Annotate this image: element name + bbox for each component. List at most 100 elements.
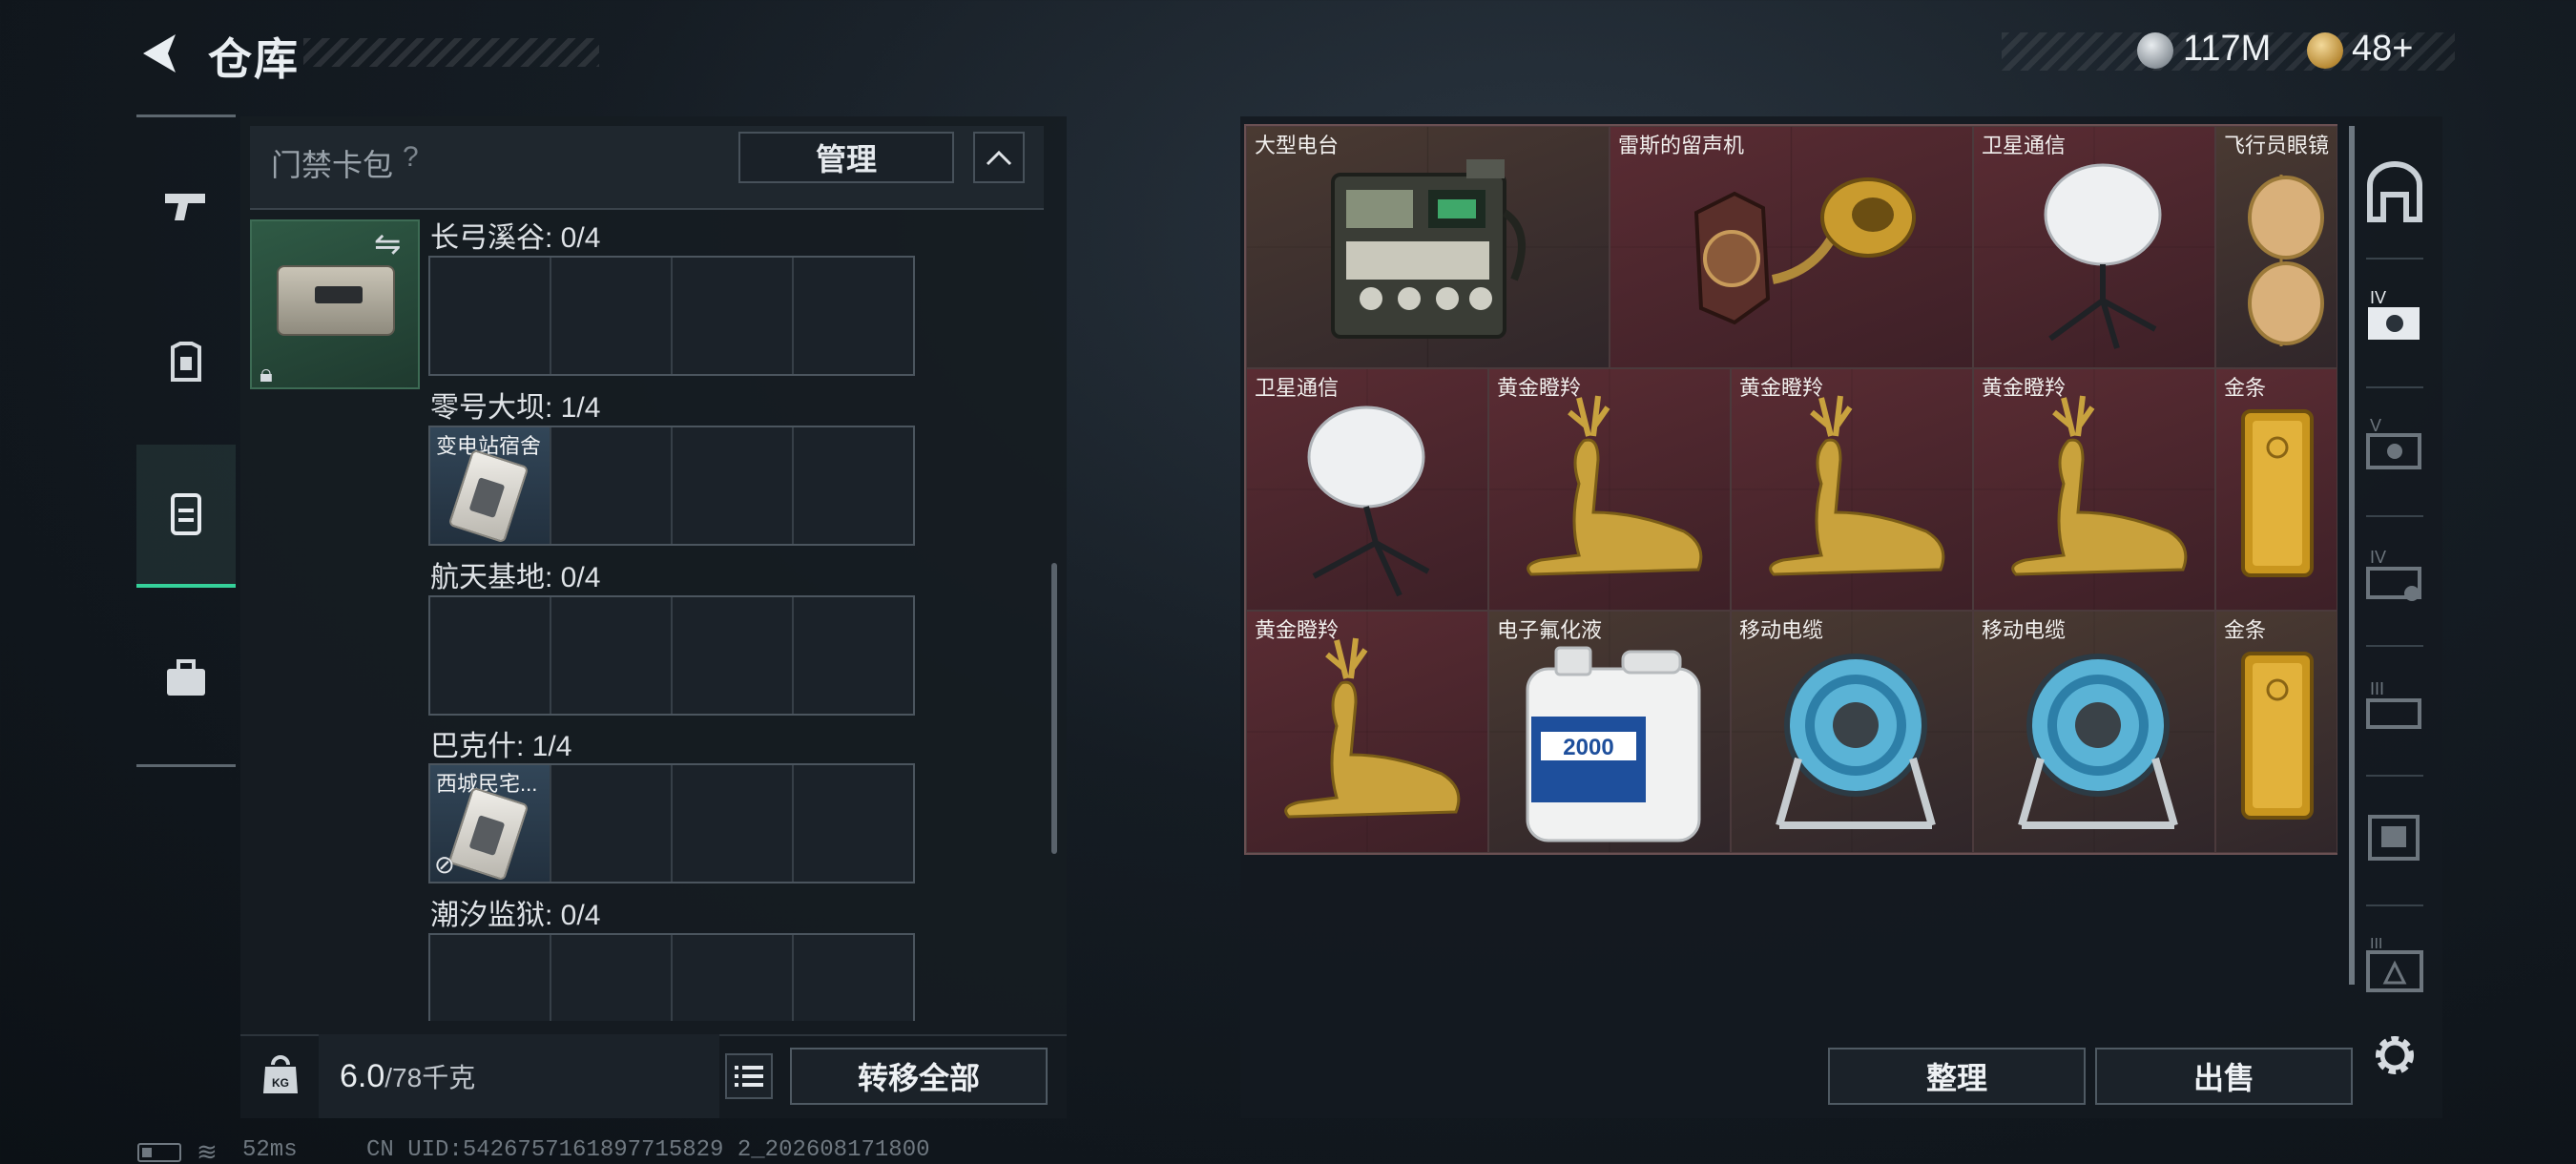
swap-icon[interactable]: ⇋ [374, 225, 402, 263]
silver-coin-icon [2137, 32, 2173, 69]
svg-text:III: III [2370, 936, 2382, 952]
weight-readout: 6.0 /78千克 [319, 1034, 719, 1118]
keycard-slot[interactable] [430, 935, 551, 1021]
storage-grid: 大型电台 雷斯的留声机 卫星通信 飞行员眼镜 卫星通信 黄金瞪羚 黄金瞪羚 黄金… [1244, 124, 2337, 855]
keycard-slots-3: 西城民宅... ⊘ [428, 763, 915, 883]
item-cell[interactable]: 黄金瞪羚 [1488, 368, 1731, 611]
item-cell[interactable]: 金条 [2215, 611, 2337, 853]
keycard-slot[interactable] [551, 597, 673, 714]
item-name: 雷斯的留声机 [1618, 134, 1745, 157]
item-cell[interactable]: 移动电缆 [1731, 611, 1973, 853]
page-title: 仓库 [208, 34, 300, 84]
keycard-slot[interactable] [673, 427, 794, 544]
map-label-0: 长弓溪谷: 0/4 [430, 222, 601, 254]
keycard-slot[interactable] [673, 597, 794, 714]
case-tier-5-icon[interactable]: V [2360, 412, 2429, 481]
keycard-slot[interactable] [551, 258, 673, 374]
pistol-icon [165, 194, 205, 220]
item-cell[interactable]: 卫星通信 [1246, 368, 1488, 611]
item-cell[interactable]: 飞行员眼镜 [2215, 126, 2337, 368]
case-tier-4-icon[interactable]: IV [2360, 284, 2429, 353]
keycard-slot[interactable] [551, 427, 673, 544]
storage-home-icon[interactable] [2360, 160, 2429, 229]
item-cell[interactable]: 黄金瞪羚 [1246, 611, 1488, 853]
gold-currency-value[interactable]: 48+ [2352, 29, 2413, 70]
keycard-slot[interactable] [794, 765, 913, 882]
collapse-button[interactable] [973, 132, 1025, 183]
item-name: 飞行员眼镜 [2224, 134, 2330, 157]
item-cell[interactable]: 卫星通信 [1973, 126, 2215, 368]
map-label-1: 零号大坝: 1/4 [430, 392, 601, 424]
keycard-slot[interactable] [794, 427, 913, 544]
aviator-glasses-icon [2248, 175, 2324, 346]
manage-button[interactable]: 管理 [738, 132, 954, 183]
item-cell[interactable]: 移动电缆 [1973, 611, 2215, 853]
keycard-scrollbar[interactable] [1051, 563, 1057, 854]
rail-separator [2366, 386, 2423, 388]
armor-icon [171, 342, 201, 382]
weight-icon: KG [263, 1055, 298, 1093]
case-tier-3-icon[interactable]: III [2360, 672, 2429, 740]
item-cell[interactable]: 金条 [2215, 368, 2337, 611]
keycard-slot[interactable] [673, 935, 794, 1021]
svg-text:IV: IV [2370, 288, 2386, 307]
case-tier-2-icon[interactable] [2360, 801, 2429, 870]
gear-icon[interactable] [2368, 1029, 2421, 1082]
keycard-icon [447, 786, 530, 882]
case-tier-3b-icon[interactable]: III [2360, 931, 2429, 1000]
transfer-all-button[interactable]: 转移全部 [790, 1048, 1048, 1105]
keycard-icon [447, 448, 530, 544]
keycard-slot[interactable] [430, 258, 551, 374]
back-arrow-icon[interactable] [134, 27, 187, 80]
weight-current: 6.0 [340, 1057, 385, 1094]
gold-gazelle-icon [2011, 395, 2188, 576]
satellite-dish-icon [1307, 405, 1430, 597]
list-icon [735, 1066, 763, 1087]
storage-scrollbar[interactable] [2349, 126, 2355, 985]
wifi-icon: ≋ [197, 1137, 218, 1164]
keycard-slots-2 [428, 595, 915, 716]
item-cell[interactable]: 黄金瞪羚 [1973, 368, 2215, 611]
user-uid: CN UID:5426757161897715829 2_20260817180… [366, 1137, 930, 1163]
title-decoration [303, 38, 599, 67]
keycard-slot-filled[interactable]: 变电站宿舍 [430, 427, 551, 544]
rail-separator [2366, 258, 2423, 260]
keycard-slots-0 [428, 256, 915, 376]
rail-supplies[interactable] [136, 607, 236, 750]
keycard-slot[interactable] [430, 597, 551, 714]
battery-icon [137, 1143, 181, 1162]
svg-text:KG: KG [272, 1076, 289, 1090]
gold-gazelle-icon [1284, 637, 1461, 819]
rail-equipment[interactable] [136, 291, 236, 434]
keycard-bag-label: 门禁卡包 [271, 148, 394, 182]
list-view-button[interactable] [725, 1053, 773, 1099]
keycard-slot[interactable] [673, 765, 794, 882]
sell-button[interactable]: 出售 [2095, 1048, 2353, 1105]
item-name: 金条 [2224, 618, 2267, 642]
gold-coin-icon [2307, 32, 2343, 69]
item-cell[interactable]: 雷斯的留声机 [1610, 126, 1973, 368]
rail-weapons[interactable] [136, 134, 236, 277]
radio-icon [1331, 159, 1526, 339]
item-cell[interactable]: 黄金瞪羚 [1731, 368, 1973, 611]
rail-keycards[interactable] [136, 445, 236, 588]
keycard-slot[interactable] [794, 935, 913, 1021]
cable-reel-icon [2018, 654, 2178, 829]
keycard-slot[interactable] [673, 258, 794, 374]
svg-text:V: V [2370, 416, 2381, 435]
sort-button[interactable]: 整理 [1828, 1048, 2086, 1105]
keycard-slots-4 [428, 933, 915, 1021]
case-tier-4b-icon[interactable]: IV [2360, 542, 2429, 611]
fluid-jug-icon: 2000 [1526, 646, 1701, 842]
keycard-slot[interactable] [794, 597, 913, 714]
gold-gazelle-icon [1527, 395, 1703, 576]
item-cell[interactable]: 电子氟化液 2000 [1488, 611, 1731, 853]
keycard-slot-filled[interactable]: 西城民宅... ⊘ [430, 765, 551, 882]
item-cell[interactable]: 大型电台 [1246, 126, 1610, 368]
keycard-slot[interactable] [794, 258, 913, 374]
gramophone-icon [1693, 177, 1916, 325]
help-icon[interactable]: ? [403, 141, 419, 174]
item-name: 卫星通信 [1982, 134, 2067, 157]
keycard-slot[interactable] [551, 765, 673, 882]
keycard-slot[interactable] [551, 935, 673, 1021]
